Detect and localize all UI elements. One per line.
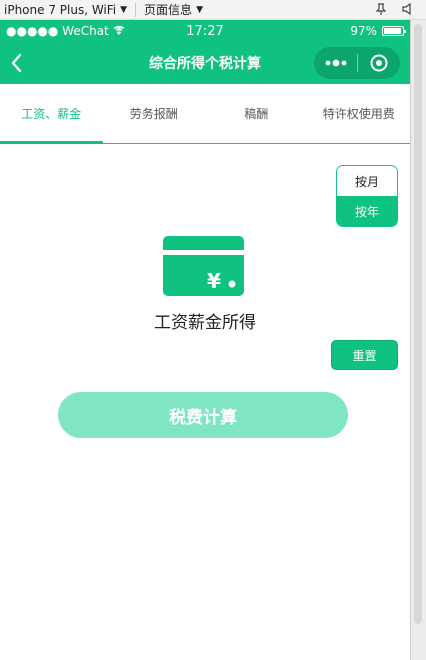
speaker-icon[interactable] [402,2,412,18]
main-content: 按月 按年 ¥ 工资薪金所得 重置 税费计算 [0,144,410,644]
menu-capsule [314,47,400,79]
page-info-selector[interactable]: 页面信息 ▼ [144,1,203,18]
battery-percent: 97% [350,24,377,38]
tab-label: 劳务报酬 [129,107,178,121]
devtools-divider [135,2,137,17]
close-miniprogram-button[interactable] [358,47,400,79]
tab-label: 特许权使用费 [322,107,395,121]
scrollbar[interactable] [414,24,422,624]
phone-screen: ●●●●● WeChat 17:27 97% 综合所得个税计算 工资、薪金 劳务… [0,20,410,660]
period-toggle: 按月 按年 [336,165,398,227]
status-bar: ●●●●● WeChat 17:27 97% [0,20,410,42]
nav-bar: 综合所得个税计算 [0,42,410,84]
battery-icon [382,26,406,36]
devtools-side-panel [410,20,426,660]
chevron-down-icon: ▼ [196,4,203,15]
tab-royalty[interactable]: 稿酬 [205,84,308,143]
tab-labor[interactable]: 劳务报酬 [103,84,206,143]
period-month-option[interactable]: 按月 [337,166,397,196]
target-circle-icon [370,54,388,72]
period-year-option[interactable]: 按年 [337,196,397,226]
more-button[interactable] [314,47,357,79]
tab-label: 稿酬 [244,107,269,121]
card-yen-icon: ¥ [163,236,244,296]
page-title: 综合所得个税计算 [149,56,261,72]
more-dots-icon [325,59,346,67]
reset-button[interactable]: 重置 [331,340,398,370]
tab-salary[interactable]: 工资、薪金 [0,84,103,144]
tab-license-fee[interactable]: 特许权使用费 [308,84,411,143]
back-chevron-icon[interactable] [8,51,28,75]
page-info-label: 页面信息 [144,3,193,17]
tab-label: 工资、薪金 [21,107,82,121]
devtools-bar: iPhone 7 Plus, WiFi ▼ 页面信息 ▼ [0,0,426,20]
currency-symbol: ¥ [207,269,221,293]
pin-icon[interactable] [375,2,387,18]
battery-fill [384,28,402,34]
device-selector[interactable]: iPhone 7 Plus, WiFi ▼ [0,3,127,17]
device-selector-label: iPhone 7 Plus, WiFi [4,2,117,17]
carrier-text: ●●●●● WeChat [6,24,109,38]
income-label: 工资薪金所得 [154,313,256,333]
wifi-icon [113,24,125,38]
income-type-tabs: 工资、薪金 劳务报酬 稿酬 特许权使用费 [0,84,410,144]
chevron-down-icon: ▼ [120,4,128,15]
calculate-button[interactable]: 税费计算 [58,392,348,438]
